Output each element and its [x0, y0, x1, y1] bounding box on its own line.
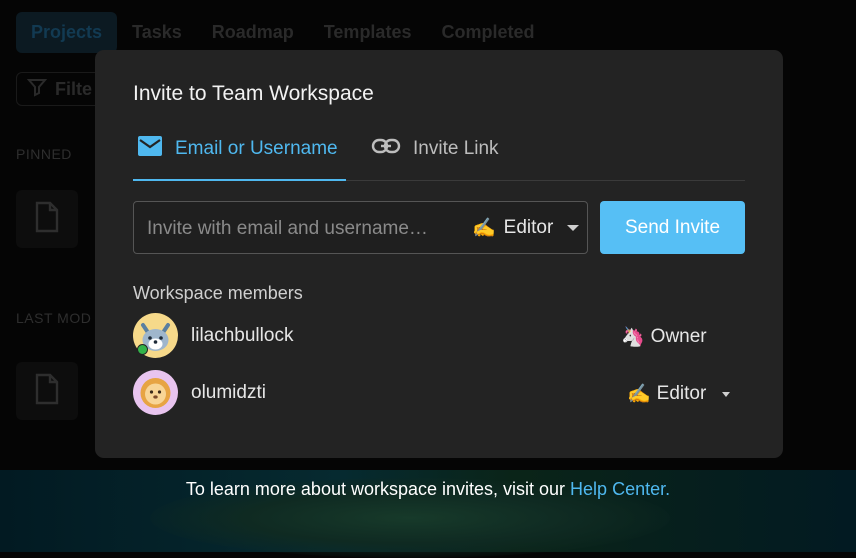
member-row: lilachbullock 🦄 Owner: [133, 313, 745, 359]
mail-icon: [137, 135, 163, 163]
lion-avatar-icon: [133, 370, 178, 415]
filter-icon: [26, 77, 48, 102]
writing-hand-icon: ✍️: [627, 384, 651, 405]
document-icon: [34, 201, 60, 238]
member-name: lilachbullock: [191, 325, 294, 346]
active-tab-indicator: [133, 179, 346, 181]
tab-link-label: Invite Link: [413, 138, 499, 159]
members-label: Workspace members: [133, 283, 303, 303]
role-select[interactable]: ✍️ Editor: [472, 202, 580, 253]
member-role-label: Owner: [650, 326, 707, 347]
member-row: olumidzti ✍️ Editor: [133, 370, 745, 416]
avatar: [133, 313, 178, 358]
bg-section-pinned: PINNED: [16, 146, 72, 162]
member-role: 🦄 Owner: [621, 325, 707, 349]
role-select-label: Editor: [503, 216, 554, 238]
role-select-emoji: ✍️: [472, 217, 496, 239]
tab-invite-link[interactable]: Invite Link: [371, 118, 499, 180]
send-invite-button[interactable]: Send Invite: [600, 201, 745, 254]
tab-email-or-username[interactable]: Email or Username: [137, 118, 338, 180]
online-status-dot: [137, 344, 148, 355]
link-icon: [371, 137, 401, 161]
avatar: [133, 370, 178, 415]
invite-tabs: Email or Username Invite Link: [133, 118, 745, 181]
tab-email-label: Email or Username: [175, 138, 338, 159]
modal-title: Invite to Team Workspace: [133, 82, 374, 105]
bg-filter-label: Filte: [55, 78, 93, 99]
chevron-down-icon: [567, 224, 580, 231]
member-name: olumidzti: [191, 382, 266, 403]
invite-input-group: ✍️ Editor: [133, 201, 588, 255]
document-icon: [34, 373, 60, 410]
invite-modal-content: Invite to Team Workspace Email or Userna…: [95, 0, 783, 552]
bg-recent-card: [16, 362, 78, 420]
bg-section-last-modified: LAST MOD: [16, 310, 92, 326]
member-role-select[interactable]: ✍️ Editor: [627, 382, 731, 406]
invite-input[interactable]: [134, 202, 469, 255]
chevron-down-icon: [722, 391, 731, 397]
bg-pinned-card: [16, 190, 78, 248]
member-role-label: Editor: [656, 383, 707, 404]
unicorn-icon: 🦄: [621, 327, 645, 348]
